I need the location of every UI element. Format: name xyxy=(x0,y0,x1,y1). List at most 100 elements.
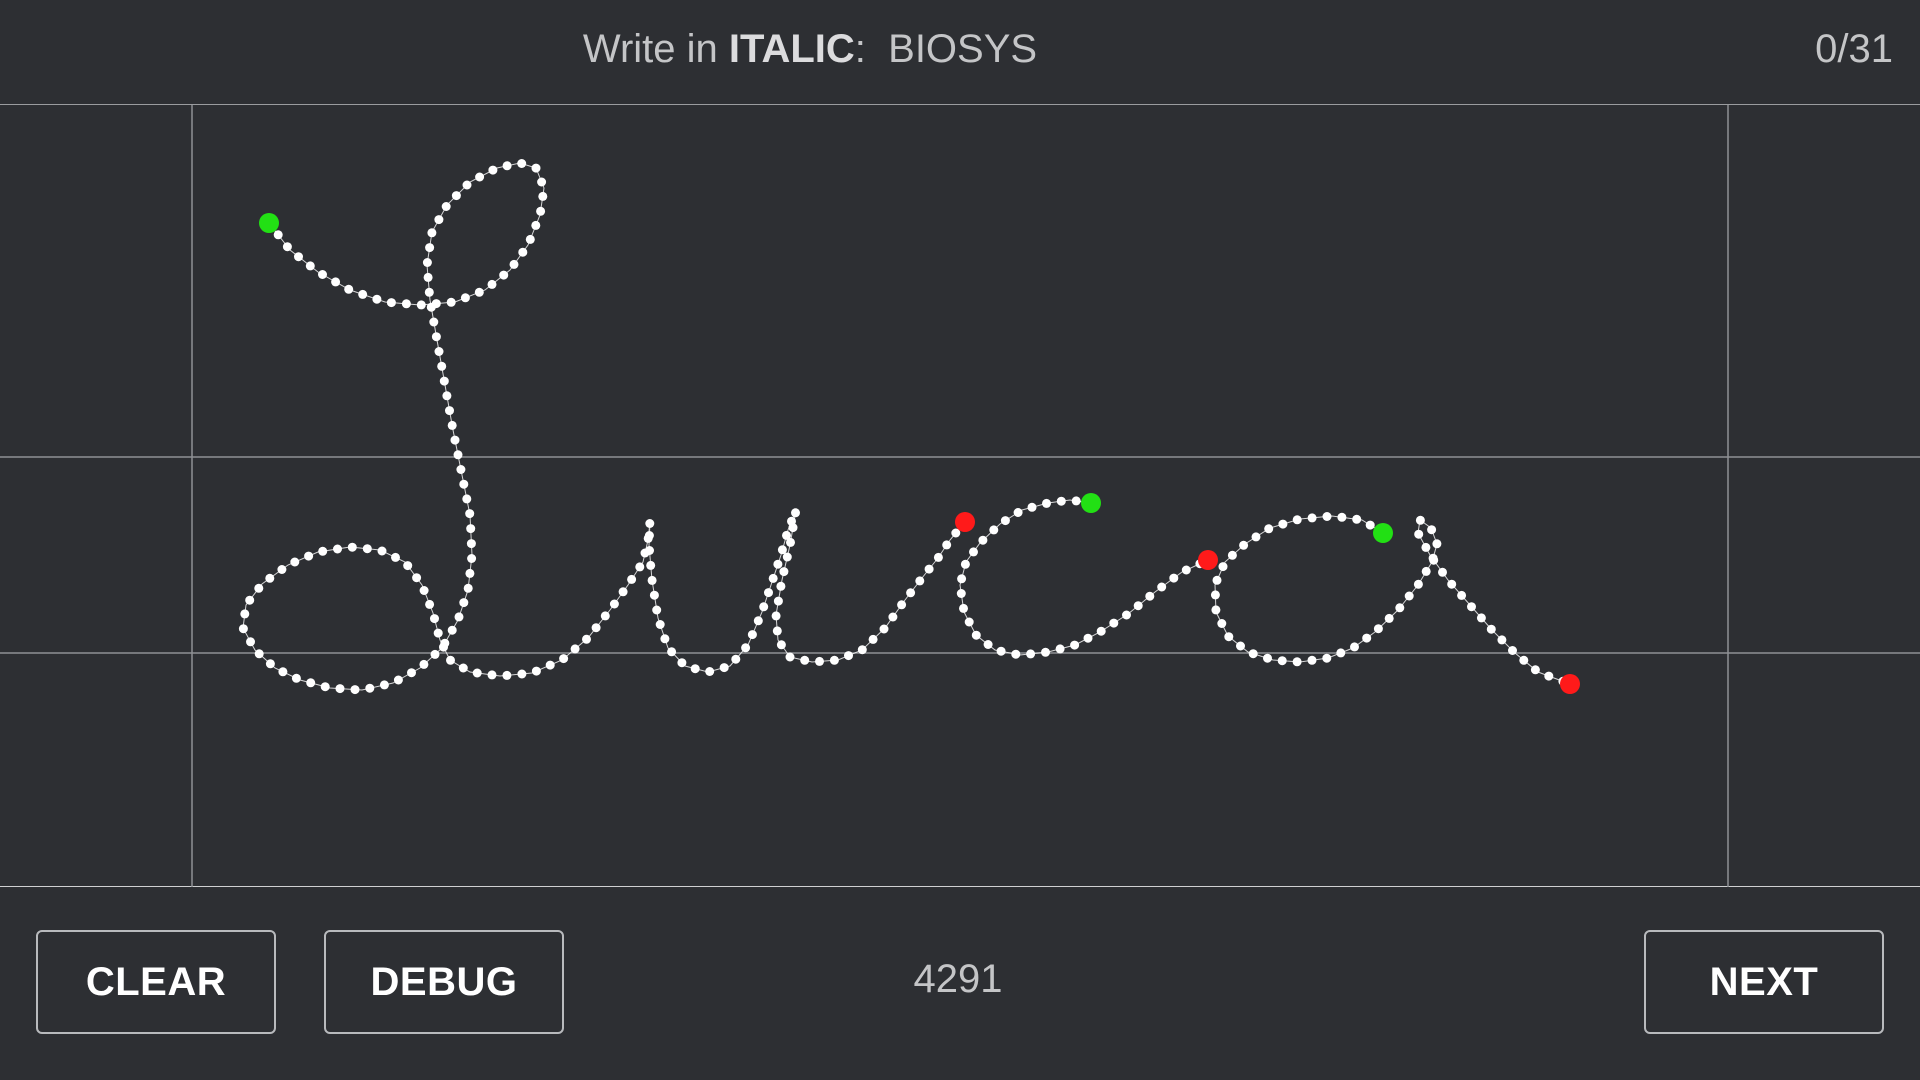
sample-point xyxy=(254,583,264,593)
sample-point xyxy=(423,272,433,282)
sample-point xyxy=(1415,515,1425,525)
sample-point xyxy=(333,544,342,554)
sample-point xyxy=(462,494,472,504)
sample-point xyxy=(426,302,436,312)
sample-point xyxy=(531,666,541,676)
sample-point xyxy=(447,625,457,635)
sample-point xyxy=(518,247,528,257)
sample-point xyxy=(278,667,288,677)
sample-point xyxy=(773,596,783,606)
sample-point xyxy=(829,655,839,665)
sample-point xyxy=(956,589,966,598)
stroke-start-point xyxy=(1081,493,1101,513)
sample-point xyxy=(978,535,988,545)
sample-point xyxy=(635,562,645,572)
sample-point xyxy=(331,277,341,287)
sample-point xyxy=(1227,550,1237,560)
sample-point xyxy=(458,663,468,673)
sample-point xyxy=(1056,496,1066,506)
clear-button[interactable]: CLEAR xyxy=(36,930,276,1034)
sample-point xyxy=(649,590,659,600)
sample-point xyxy=(525,234,535,244)
progress-counter: 0/31 xyxy=(1815,27,1893,71)
sample-point xyxy=(788,523,798,533)
sample-point xyxy=(379,680,389,690)
sample-point xyxy=(719,663,729,673)
sample-point xyxy=(425,599,435,609)
sample-point xyxy=(815,656,824,666)
sample-point xyxy=(559,654,569,664)
sample-point xyxy=(386,298,396,308)
sample-point xyxy=(517,159,527,168)
sample-point xyxy=(434,215,444,225)
style-word: ITALIC xyxy=(728,27,855,71)
sample-point xyxy=(1239,540,1249,550)
sample-point xyxy=(660,634,670,644)
footer-bar: CLEAR DEBUG 4291 NEXT xyxy=(0,887,1920,1080)
sample-point xyxy=(502,161,512,171)
sample-point xyxy=(800,655,810,665)
sample-point xyxy=(1413,579,1423,589)
sample-point xyxy=(888,612,898,622)
sample-point xyxy=(509,259,519,269)
sample-point xyxy=(971,630,981,640)
sample-point xyxy=(434,347,444,356)
sample-point xyxy=(460,293,470,303)
sample-point xyxy=(1508,646,1517,655)
sample-point xyxy=(570,644,580,654)
sample-point xyxy=(474,287,484,297)
sample-point xyxy=(1217,619,1227,628)
sample-point xyxy=(240,609,250,619)
sample-point xyxy=(1071,496,1081,506)
sample-point xyxy=(857,645,867,655)
sample-point xyxy=(254,649,264,659)
sample-point xyxy=(462,180,472,190)
sample-point xyxy=(906,588,916,598)
sample-point xyxy=(320,682,330,692)
sample-point xyxy=(465,568,475,578)
sample-point xyxy=(538,191,548,201)
writing-canvas[interactable] xyxy=(0,105,1920,887)
sample-point xyxy=(647,575,657,585)
sample-point xyxy=(983,640,993,649)
sample-point xyxy=(1263,653,1272,663)
sample-point xyxy=(897,600,907,610)
target-word: BIOSYS xyxy=(888,27,1038,71)
sample-point xyxy=(786,537,795,547)
sample-point xyxy=(459,598,469,608)
sample-point xyxy=(350,685,360,695)
sample-point xyxy=(1212,575,1222,585)
sample-point xyxy=(1404,591,1414,601)
sample-point xyxy=(1224,632,1234,642)
sample-point xyxy=(424,287,434,297)
sample-point xyxy=(942,540,952,550)
sample-point xyxy=(488,165,498,175)
sample-point xyxy=(265,573,275,583)
sample-point xyxy=(393,675,403,685)
sample-point xyxy=(1322,653,1332,663)
debug-button[interactable]: DEBUG xyxy=(324,930,564,1034)
sample-point xyxy=(989,525,999,535)
sample-point xyxy=(1181,565,1191,575)
sample-point xyxy=(335,684,345,694)
sample-point xyxy=(437,361,447,371)
sample-point xyxy=(1211,605,1221,615)
sample-point xyxy=(450,435,460,445)
sample-point xyxy=(475,172,485,182)
sample-point xyxy=(1519,655,1529,665)
sample-point xyxy=(964,617,974,627)
sample-point xyxy=(1421,542,1431,552)
sample-point xyxy=(347,542,357,552)
sample-point xyxy=(465,509,475,519)
sample-point xyxy=(1429,555,1439,565)
sample-point xyxy=(644,531,654,540)
sample-point xyxy=(1083,633,1093,643)
next-button[interactable]: NEXT xyxy=(1644,930,1884,1034)
sample-point xyxy=(290,557,300,567)
sample-point xyxy=(456,465,466,474)
sample-point xyxy=(403,561,413,571)
sample-point xyxy=(618,587,628,597)
sample-point xyxy=(433,628,443,638)
sample-point xyxy=(731,654,741,664)
sample-point xyxy=(773,559,783,569)
